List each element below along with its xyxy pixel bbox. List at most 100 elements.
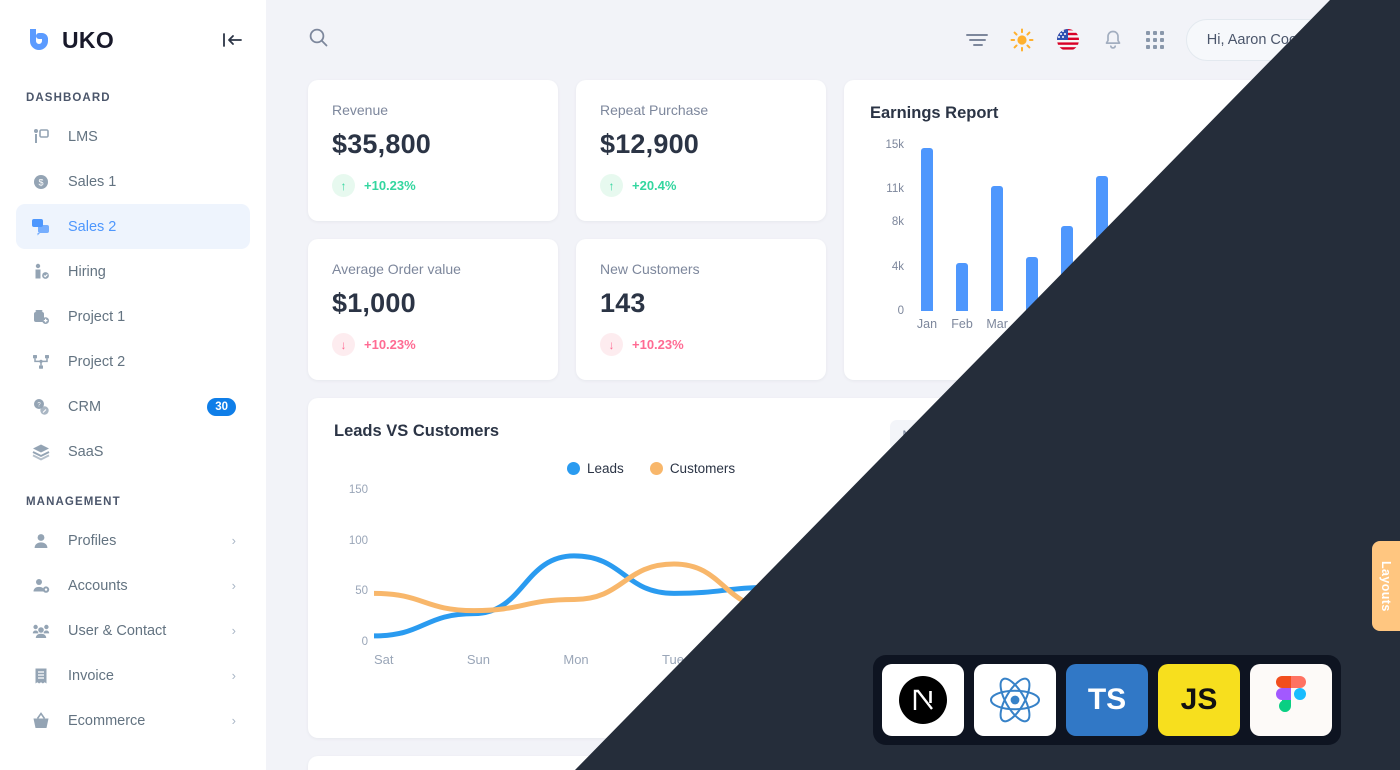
sidebar-item-label: Sales 2 xyxy=(68,218,117,235)
stat-title: New Customers xyxy=(600,261,700,277)
typescript-logo[interactable]: TS xyxy=(1066,664,1148,736)
figma-logo[interactable] xyxy=(1250,664,1332,736)
stat-title: Repeat Purchase xyxy=(600,102,709,118)
bar-column xyxy=(1191,145,1225,311)
legend-item-leads[interactable]: Leads xyxy=(567,461,624,476)
react-logo[interactable] xyxy=(974,664,1056,736)
filter-lines-icon[interactable] xyxy=(965,32,988,48)
leads-lines xyxy=(374,520,974,639)
earnings-period-value: Month xyxy=(1269,104,1310,120)
x-tick-label: Jun xyxy=(1092,317,1113,331)
uko-logo-icon xyxy=(26,26,52,54)
arrow-down-icon: ↓ xyxy=(332,333,355,356)
legend-label: Leads xyxy=(587,461,624,476)
bar xyxy=(991,185,1004,311)
sidebar-item-label: LMS xyxy=(68,128,98,145)
brand[interactable]: UKO xyxy=(26,26,114,54)
sidebar-item-profiles[interactable]: Profiles › xyxy=(16,518,250,563)
x-tick-label: May xyxy=(1055,317,1080,331)
sidebar-item-invoice[interactable]: Invoice › xyxy=(16,653,250,698)
y-tick-label: 150 xyxy=(348,484,368,496)
stat-card-average-order-value: Average Order value $1,000 ↓ +10.23% xyxy=(308,239,558,380)
chevron-right-icon: › xyxy=(231,533,236,548)
y-tick-label: 0 xyxy=(897,305,904,317)
sidebar-item-hiring[interactable]: Hiring xyxy=(16,249,250,294)
bar xyxy=(956,263,969,311)
sidebar-item-sales-1[interactable]: $ Sales 1 xyxy=(16,159,250,204)
y-tick-label: 50 xyxy=(355,585,368,598)
leads-chart-title: Leads VS Customers xyxy=(334,422,500,440)
legend-swatch xyxy=(649,462,663,475)
leads-period-dropdown[interactable]: Month xyxy=(890,420,971,450)
sidebar-item-user-contact[interactable]: User & Contact › xyxy=(16,608,250,653)
project-tree-icon xyxy=(30,351,52,373)
layers-icon xyxy=(30,441,52,463)
line-series-customers xyxy=(374,520,974,614)
sidebar-section-dashboard-title: DASHBOARD xyxy=(26,92,111,104)
donut-center-label: Avg Range xyxy=(1147,541,1222,558)
sidebar-item-label: Sales 1 xyxy=(68,173,117,190)
stat-delta-text: +10.23% xyxy=(364,178,416,193)
earnings-period-dropdown[interactable]: Month xyxy=(1270,104,1332,120)
users-group-icon xyxy=(30,620,52,642)
bell-notification-icon[interactable] xyxy=(1102,29,1124,51)
sun-theme-icon[interactable] xyxy=(1010,28,1034,52)
triangle-down-icon xyxy=(1320,108,1332,116)
y-tick-label: 100 xyxy=(348,534,368,547)
stat-value: $1,000 xyxy=(332,288,416,318)
earnings-y-axis: 0 4k 8k 11k 15k xyxy=(870,139,904,317)
sidebar-item-accounts[interactable]: Accounts › xyxy=(16,563,250,608)
leads-period-value: Month xyxy=(902,427,942,443)
sidebar-item-label: User & Contact xyxy=(68,622,167,639)
online-status-dot xyxy=(1350,47,1359,56)
nextjs-logo[interactable] xyxy=(882,664,964,736)
stat-delta-text: +10.23% xyxy=(364,337,416,352)
sidebar-item-project-2[interactable]: Project 2 xyxy=(16,339,250,384)
x-tick-label: Jul xyxy=(1129,317,1146,331)
stat-value: $12,900 xyxy=(600,129,699,159)
x-tick-label: Tue xyxy=(662,652,684,667)
sidebar-item-sales-2[interactable]: Sales 2 xyxy=(16,204,250,249)
us-flag-icon[interactable] xyxy=(1056,28,1080,52)
apps-grid-icon[interactable] xyxy=(1145,31,1164,49)
arrow-up-icon: ↑ xyxy=(332,174,355,197)
sidebar-section-management-title: MANAGEMENT xyxy=(26,496,121,508)
layouts-tab[interactable]: Layouts xyxy=(1372,541,1400,631)
user-menu[interactable]: Hi, Aaron Cooper xyxy=(1185,19,1366,61)
sidebar-header: UKO xyxy=(0,0,266,80)
sidebar-item-crm[interactable]: ? CRM 30 xyxy=(16,384,250,429)
dashboard-root: UKO DASHBOARD LMS $ Sales 1 Sales 2 Hiri… xyxy=(0,0,1400,770)
bar-column xyxy=(1296,145,1330,311)
user-greeting: Hi, Aaron Cooper xyxy=(1206,32,1318,48)
x-tick-label: Feb xyxy=(951,317,973,331)
sidebar-item-lms[interactable]: LMS xyxy=(16,114,250,159)
bar-column xyxy=(1156,145,1190,311)
user-avatar[interactable] xyxy=(1328,25,1359,56)
stat-card-revenue: Revenue $35,800 ↑ +10.23% xyxy=(308,80,558,221)
javascript-logo[interactable]: JS xyxy=(1158,664,1240,736)
search-icon[interactable] xyxy=(308,27,329,53)
collapse-sidebar-icon[interactable] xyxy=(222,30,244,50)
x-tick-label: Apr xyxy=(1022,317,1042,331)
legend-item-customers[interactable]: Customers xyxy=(649,461,735,476)
sidebar-item-ecommerce[interactable]: Ecommerce › xyxy=(16,698,250,743)
donut-center-value: 140 xyxy=(1157,560,1211,596)
leads-y-axis: 0 50 100 150 xyxy=(334,484,368,648)
stat-card-repeat-purchase: Repeat Purchase $12,900 ↑ +20.4% xyxy=(576,80,826,221)
top-bar-actions: Hi, Aaron Cooper xyxy=(965,19,1366,61)
earnings-x-axis: Jan Feb Mar Apr May Jun Jul Aug Sep Oct Nov Dec xyxy=(910,317,1330,331)
sidebar-item-saas[interactable]: SaaS xyxy=(16,429,250,474)
y-tick-label: 4k xyxy=(891,260,904,273)
legend-swatch xyxy=(567,462,581,475)
bar xyxy=(1026,256,1039,311)
bottom-partial-card xyxy=(308,756,1356,770)
sidebar-item-project-1[interactable]: Project 1 xyxy=(16,294,250,339)
leads-legend: Leads Customers xyxy=(334,461,968,476)
x-tick-label: Oct xyxy=(1232,317,1253,331)
arrow-up-icon: ↑ xyxy=(600,174,623,197)
basket-icon xyxy=(30,710,52,732)
top-bar: Hi, Aaron Cooper xyxy=(266,0,1400,80)
chevron-right-icon: › xyxy=(231,668,236,683)
bar xyxy=(1201,225,1214,311)
earnings-report-title: Earnings Report xyxy=(870,104,999,122)
